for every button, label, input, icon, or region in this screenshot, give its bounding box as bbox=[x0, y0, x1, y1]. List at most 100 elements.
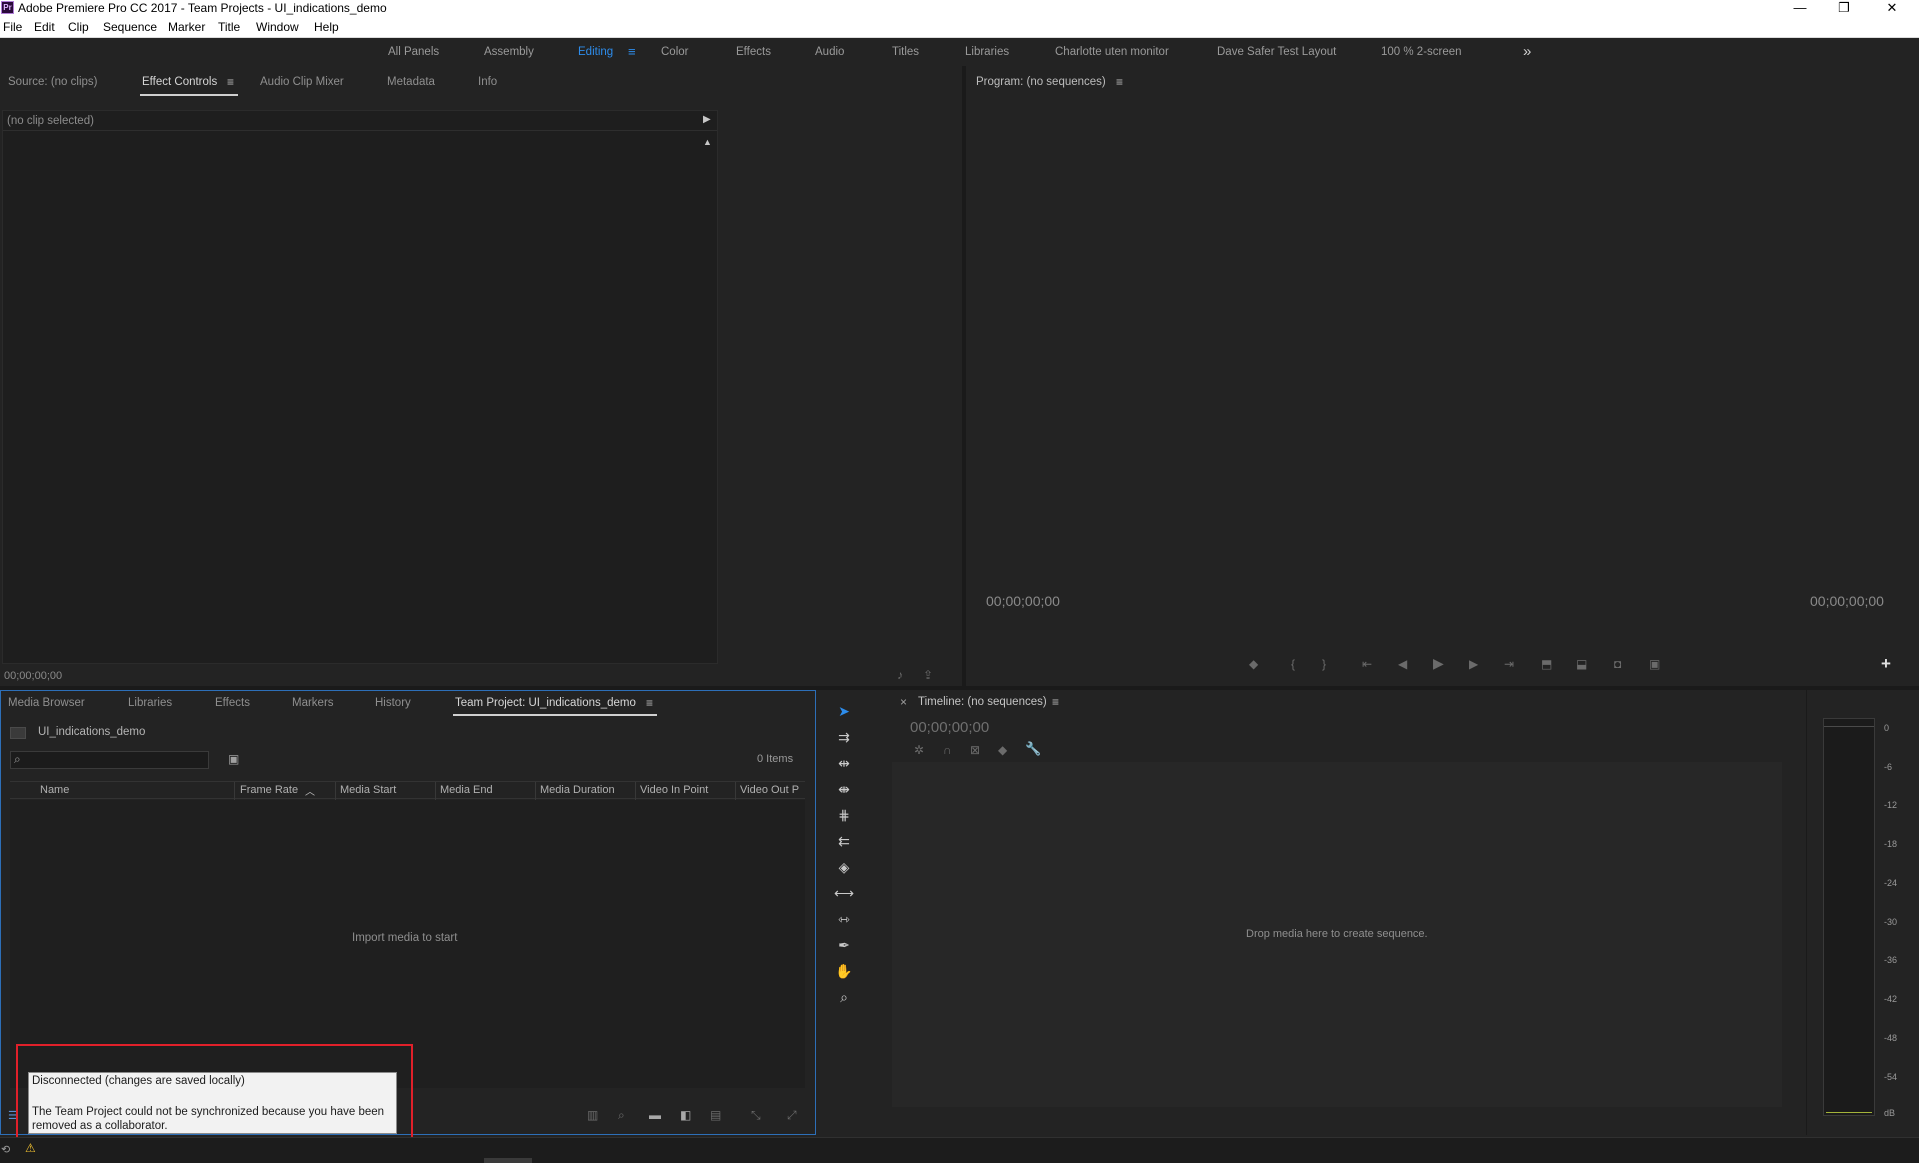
collapse-up-icon[interactable]: ▲ bbox=[703, 137, 712, 147]
timeline-close-icon[interactable]: × bbox=[900, 695, 907, 709]
add-marker-icon[interactable]: ◆ bbox=[1249, 658, 1258, 670]
workspace-audio[interactable]: Audio bbox=[815, 46, 844, 58]
workspace-overflow-icon[interactable]: » bbox=[1523, 43, 1531, 60]
hand-tool-icon[interactable]: ✋ bbox=[834, 961, 854, 981]
timeline-title[interactable]: Timeline: (no sequences) bbox=[918, 696, 1047, 708]
tab-metadata[interactable]: Metadata bbox=[387, 76, 435, 88]
slip-tool-icon[interactable]: ⟷ bbox=[834, 883, 854, 903]
column-divider[interactable] bbox=[435, 782, 436, 800]
workspace-charlotte[interactable]: Charlotte uten monitor bbox=[1055, 46, 1169, 58]
tab-team-project[interactable]: Team Project: UI_indications_demo bbox=[455, 697, 636, 709]
add-button-icon[interactable]: + bbox=[1881, 654, 1891, 674]
ripple-edit-tool-icon[interactable]: ⇹ bbox=[834, 753, 854, 773]
tab-media-browser[interactable]: Media Browser bbox=[8, 697, 85, 709]
track-select-backward-icon[interactable]: ⇇ bbox=[834, 831, 854, 851]
go-to-out-icon[interactable]: ⇥ bbox=[1504, 658, 1514, 670]
menu-marker[interactable]: Marker bbox=[168, 20, 205, 34]
search-input[interactable] bbox=[29, 753, 205, 767]
program-monitor-title[interactable]: Program: (no sequences) bbox=[976, 76, 1106, 88]
workspace-all-panels[interactable]: All Panels bbox=[388, 46, 439, 58]
razor-tool-icon[interactable]: ◈ bbox=[834, 857, 854, 877]
compare-view-icon[interactable]: ▣ bbox=[1649, 658, 1660, 670]
tab-libraries[interactable]: Libraries bbox=[128, 697, 172, 709]
menu-title[interactable]: Title bbox=[218, 20, 240, 34]
go-to-in-icon[interactable]: ⇤ bbox=[1362, 658, 1372, 670]
clear-icon[interactable]: ▤ bbox=[710, 1109, 721, 1121]
tab-history[interactable]: History bbox=[375, 697, 411, 709]
timeline-timecode[interactable]: 00;00;00;00 bbox=[910, 719, 989, 736]
slide-tool-icon[interactable]: ⇿ bbox=[834, 909, 854, 929]
new-bin-icon[interactable]: ▬ bbox=[649, 1109, 661, 1121]
shrink-icon[interactable]: ⤡ bbox=[751, 1109, 761, 1121]
workspace-editing[interactable]: Editing bbox=[578, 46, 613, 58]
workspace-libraries[interactable]: Libraries bbox=[965, 46, 1009, 58]
tab-markers[interactable]: Markers bbox=[292, 697, 334, 709]
column-frame-rate[interactable]: Frame Rate bbox=[240, 784, 298, 796]
workspace-effects[interactable]: Effects bbox=[736, 46, 771, 58]
warning-icon[interactable]: ⚠ bbox=[25, 1141, 36, 1155]
automate-to-sequence-icon[interactable]: ▥ bbox=[587, 1109, 598, 1121]
minimize-button[interactable]: — bbox=[1778, 0, 1822, 16]
expand-icon[interactable]: ⤢ bbox=[787, 1109, 797, 1121]
mark-in-icon[interactable]: { bbox=[1291, 658, 1295, 670]
tab-info[interactable]: Info bbox=[478, 76, 497, 88]
nest-icon[interactable]: ✲ bbox=[914, 744, 924, 756]
menu-help[interactable]: Help bbox=[314, 20, 339, 34]
menu-edit[interactable]: Edit bbox=[34, 20, 55, 34]
step-back-icon[interactable]: ◀ bbox=[1398, 658, 1407, 670]
menu-file[interactable]: File bbox=[3, 20, 22, 34]
snap-icon[interactable]: ∩ bbox=[943, 744, 952, 756]
play-icon[interactable]: ▶ bbox=[1433, 656, 1444, 670]
workspace-titles[interactable]: Titles bbox=[892, 46, 919, 58]
expand-arrow-icon[interactable]: ▶ bbox=[703, 114, 711, 125]
project-menu-icon[interactable]: ≡ bbox=[646, 696, 653, 710]
restore-button[interactable]: ❐ bbox=[1822, 0, 1866, 16]
pen-tool-icon[interactable]: ✒ bbox=[834, 935, 854, 955]
extract-icon[interactable]: ⬓ bbox=[1576, 658, 1587, 670]
timeline-menu-icon[interactable]: ≡ bbox=[1052, 695, 1059, 709]
workspace-assembly[interactable]: Assembly bbox=[484, 46, 534, 58]
column-divider[interactable] bbox=[735, 782, 736, 800]
tab-effects[interactable]: Effects bbox=[215, 697, 250, 709]
column-divider[interactable] bbox=[335, 782, 336, 800]
workspace-color[interactable]: Color bbox=[661, 46, 688, 58]
column-media-end[interactable]: Media End bbox=[440, 784, 493, 796]
tab-effect-controls[interactable]: Effect Controls bbox=[142, 76, 217, 88]
project-search-field[interactable]: ⌕ bbox=[10, 751, 209, 769]
effect-controls-menu-icon[interactable]: ≡ bbox=[227, 75, 234, 89]
column-divider[interactable] bbox=[234, 782, 235, 800]
lift-icon[interactable]: ⬒ bbox=[1541, 658, 1552, 670]
step-forward-icon[interactable]: ▶ bbox=[1469, 658, 1478, 670]
linked-selection-icon[interactable]: ⊠ bbox=[970, 744, 980, 756]
column-name[interactable]: Name bbox=[40, 784, 69, 796]
wrench-icon[interactable]: 🔧 bbox=[1025, 742, 1041, 755]
tab-audio-clip-mixer[interactable]: Audio Clip Mixer bbox=[260, 76, 344, 88]
team-projects-sync-icon[interactable]: ⟲ bbox=[1, 1143, 10, 1156]
column-divider[interactable] bbox=[635, 782, 636, 800]
column-divider[interactable] bbox=[535, 782, 536, 800]
find-icon[interactable]: ⌕ bbox=[618, 1109, 625, 1121]
menu-clip[interactable]: Clip bbox=[68, 20, 89, 34]
zoom-tool-icon[interactable]: ⌕ bbox=[834, 987, 854, 1007]
add-marker-icon[interactable]: ◆ bbox=[998, 744, 1007, 756]
rate-stretch-tool-icon[interactable]: ⋕ bbox=[834, 805, 854, 825]
track-select-tool-icon[interactable]: ⇉ bbox=[834, 727, 854, 747]
close-window-button[interactable]: ✕ bbox=[1870, 0, 1914, 16]
rolling-edit-tool-icon[interactable]: ⇼ bbox=[834, 779, 854, 799]
export-frame-camera-icon[interactable]: ◘ bbox=[1614, 658, 1621, 670]
filter-audio-icon[interactable]: ♪ bbox=[897, 669, 903, 681]
selection-tool-icon[interactable]: ➤ bbox=[834, 701, 854, 721]
column-video-in-point[interactable]: Video In Point bbox=[640, 784, 708, 796]
new-search-bin-icon[interactable]: ▣ bbox=[228, 752, 239, 766]
column-media-start[interactable]: Media Start bbox=[340, 784, 396, 796]
column-video-out-point[interactable]: Video Out P bbox=[740, 784, 804, 796]
tab-source[interactable]: Source: (no clips) bbox=[8, 76, 97, 88]
workspace-100-2-screen[interactable]: 100 % 2-screen bbox=[1381, 46, 1462, 58]
column-media-duration[interactable]: Media Duration bbox=[540, 784, 615, 796]
workspace-dave-safer[interactable]: Dave Safer Test Layout bbox=[1217, 46, 1336, 58]
program-menu-icon[interactable]: ≡ bbox=[1116, 75, 1123, 89]
workspace-menu-icon[interactable]: ≡ bbox=[628, 44, 636, 59]
mark-out-icon[interactable]: } bbox=[1322, 658, 1326, 670]
export-frame-icon[interactable]: ⇪ bbox=[923, 669, 933, 681]
program-timecode-left[interactable]: 00;00;00;00 bbox=[986, 593, 1060, 609]
